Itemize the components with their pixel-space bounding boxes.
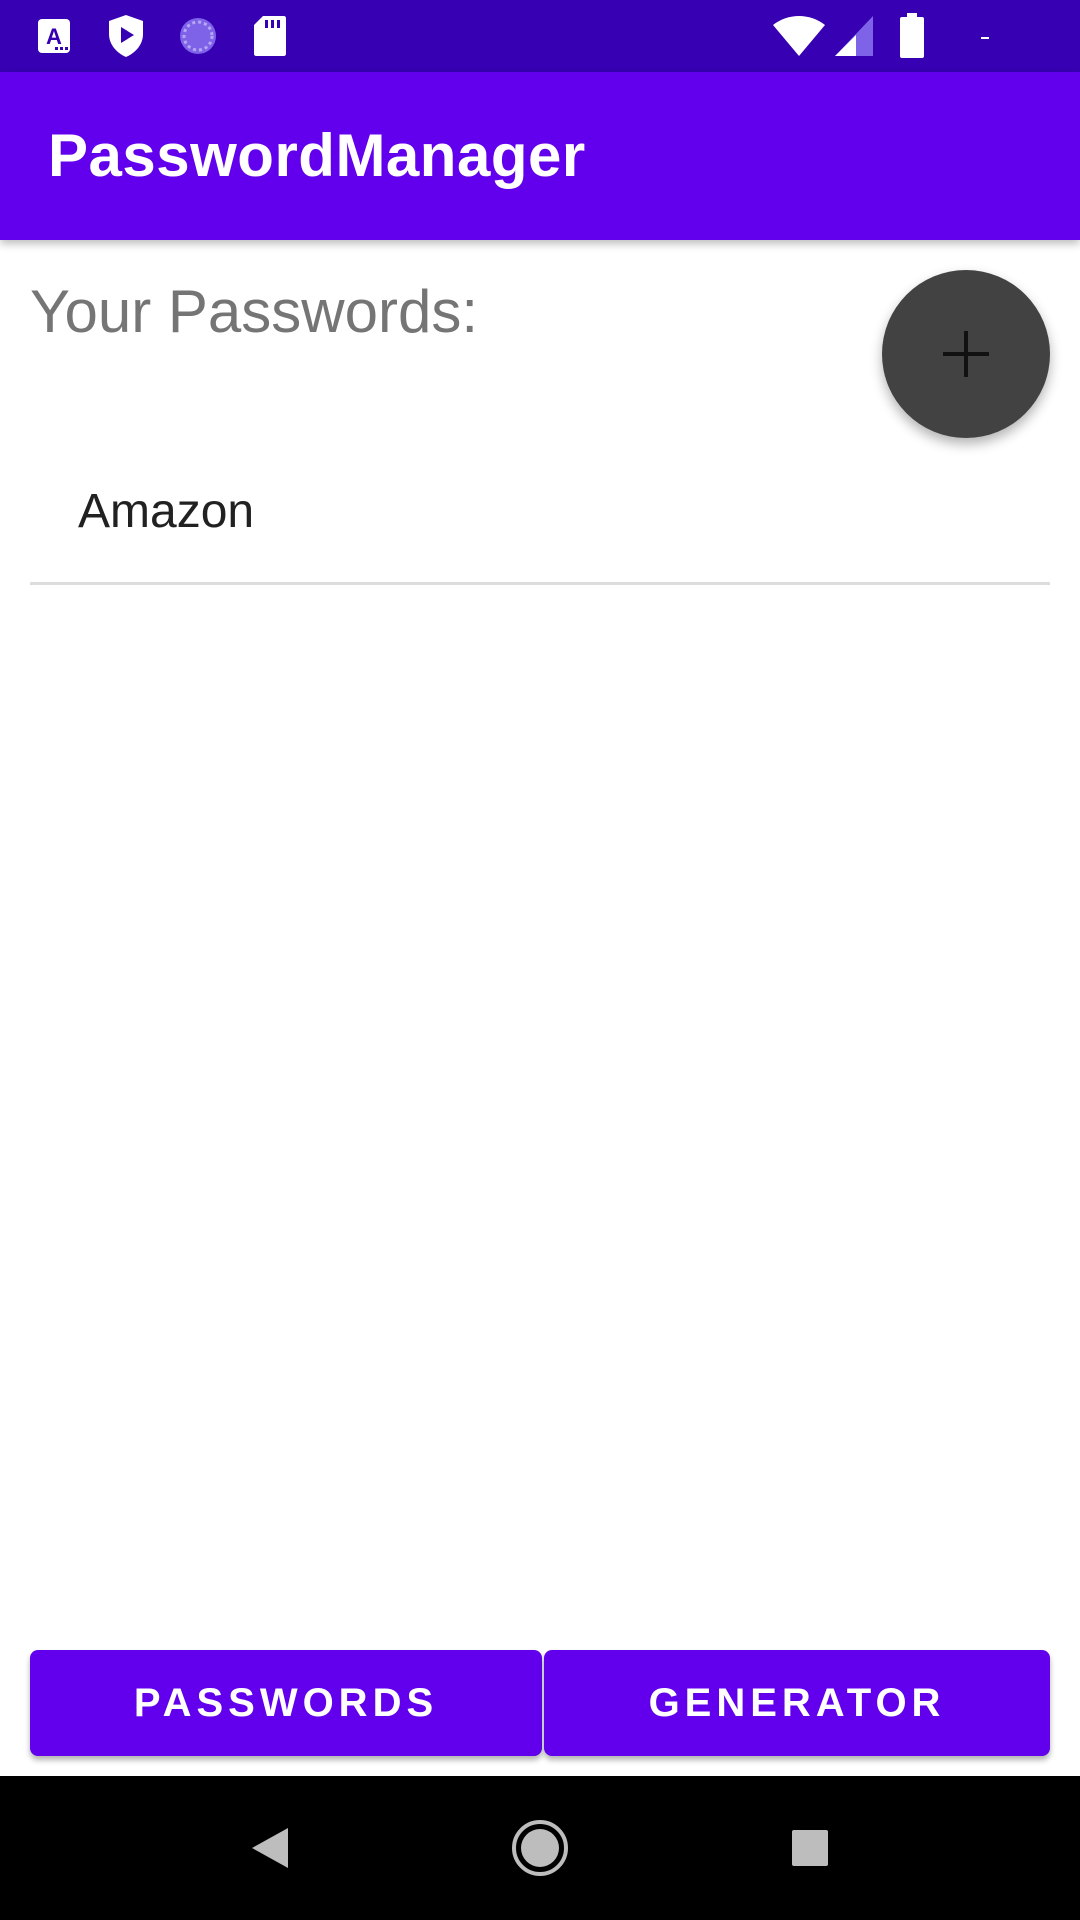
status-dot [980,0,992,72]
sd-card-icon [252,0,288,72]
list-item[interactable]: Amazon [30,460,1050,585]
app-bar: PasswordManager [0,72,1080,240]
status-bar: A [0,0,1080,72]
app-a-icon: A [36,0,72,72]
system-nav-bar [0,1776,1080,1920]
back-icon[interactable] [210,1776,330,1920]
home-icon[interactable] [480,1776,600,1920]
generator-button[interactable]: GENERATOR [544,1650,1050,1756]
cell-signal-icon [834,0,874,72]
app-title: PasswordManager [48,122,586,189]
list-item-label: Amazon [78,485,255,538]
section-heading: Your Passwords: [30,278,479,345]
passwords-button[interactable]: PASSWORDS [30,1650,542,1756]
shield-play-icon [106,0,146,72]
add-password-button[interactable] [882,270,1050,438]
loading-icon [176,0,220,72]
wifi-icon [772,0,826,72]
recents-icon[interactable] [750,1776,870,1920]
svg-text:A: A [46,24,62,49]
battery-icon [898,0,926,72]
bottom-button-bar: PASSWORDS GENERATOR [30,1650,1050,1756]
plus-icon [943,331,989,377]
